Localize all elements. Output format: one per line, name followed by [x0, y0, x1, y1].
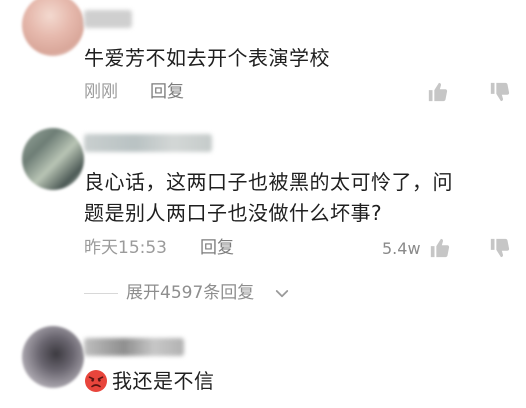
comment-text-line2: 题是别人两口子也没做什么坏事? — [84, 201, 383, 225]
avatar[interactable] — [22, 326, 84, 388]
like-count: 5.4w — [382, 239, 421, 258]
avatar[interactable] — [22, 128, 84, 190]
thumbs-up-icon[interactable] — [429, 237, 451, 259]
comment-text-line1: 良心话，这两口子也被黑的太可怜了，问 — [84, 170, 453, 194]
thumbs-up-icon[interactable] — [427, 81, 449, 103]
reply-button[interactable]: 回复 — [200, 238, 234, 258]
comment-time: 刚刚 — [84, 82, 118, 102]
comment-text: 我还是不信 — [112, 369, 215, 393]
username-blurred[interactable] — [84, 338, 184, 356]
expand-replies-button[interactable]: 展开4597条回复 — [126, 283, 254, 303]
reply-button[interactable]: 回复 — [150, 82, 184, 102]
angry-face-emoji — [84, 369, 108, 393]
thumbs-down-icon[interactable] — [489, 237, 511, 259]
chevron-down-icon[interactable] — [273, 285, 291, 303]
username-blurred[interactable] — [84, 10, 132, 28]
avatar[interactable] — [22, 0, 84, 56]
thumbs-down-icon[interactable] — [489, 81, 511, 103]
username-blurred[interactable] — [84, 134, 212, 152]
comment-time: 昨天15:53 — [84, 238, 167, 258]
comment-text: 牛爱芳不如去开个表演学校 — [84, 46, 330, 70]
expand-divider — [84, 293, 118, 294]
